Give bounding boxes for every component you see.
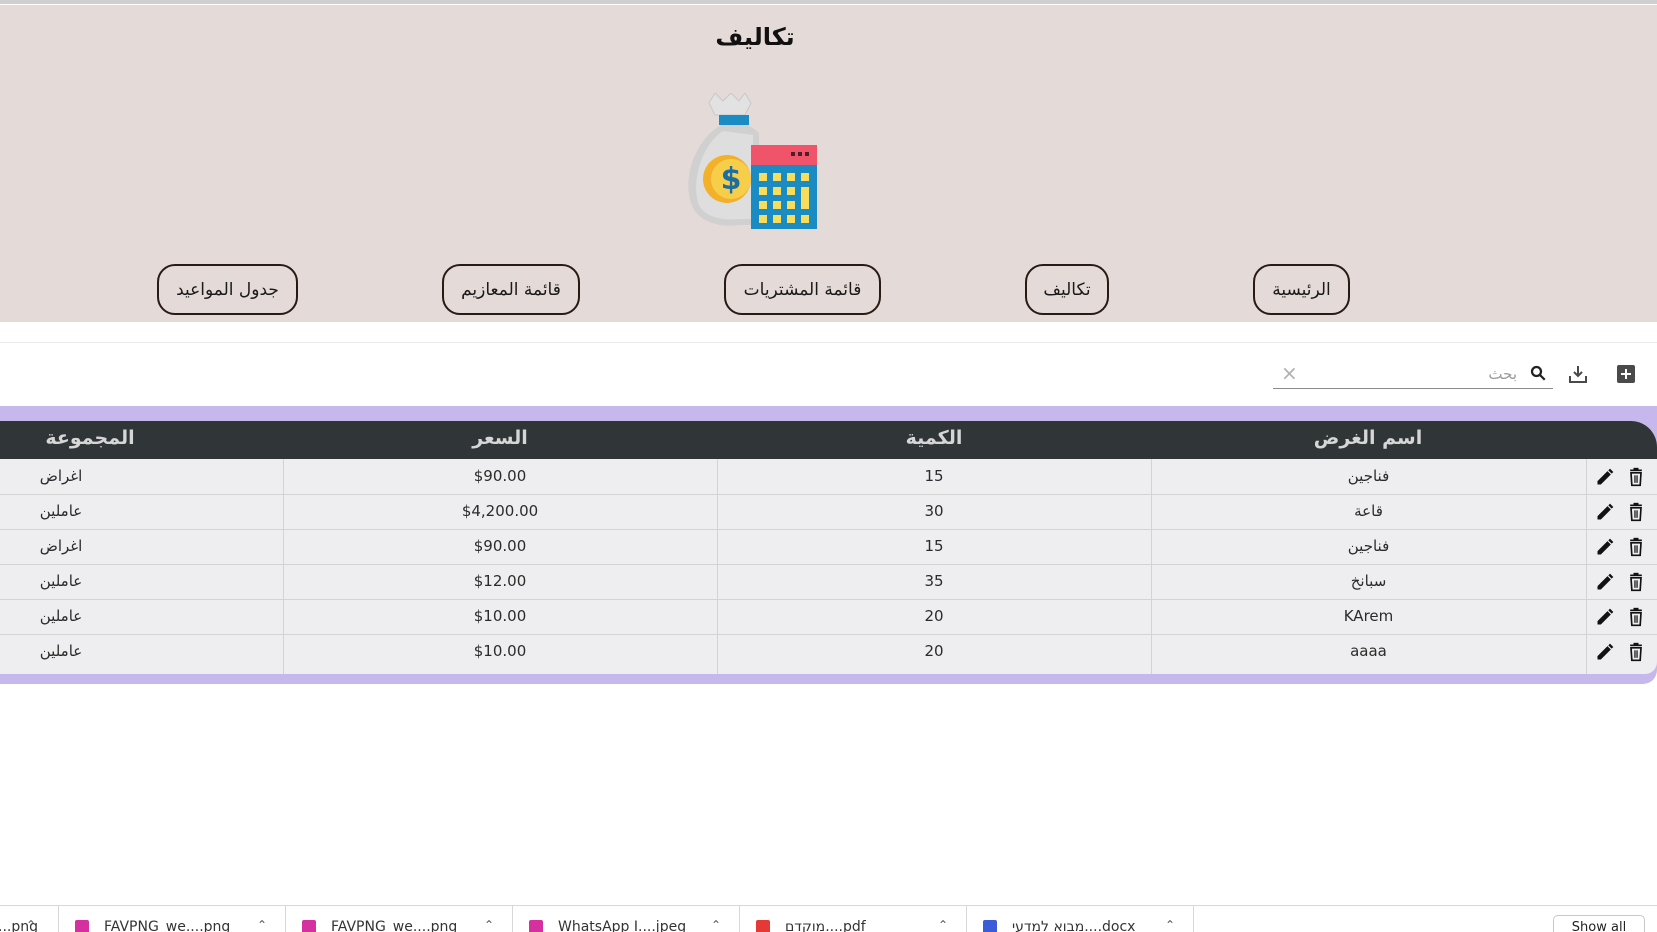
- svg-text:$: $: [721, 162, 742, 197]
- edit-icon[interactable]: [1595, 537, 1615, 557]
- edit-icon[interactable]: [1595, 572, 1615, 592]
- table-frame: اسم الغرض الكمية السعر المجموعة فناجين 1…: [0, 406, 1657, 684]
- edit-icon[interactable]: [1595, 642, 1615, 662]
- download-file-name: WhatsApp I....jpeg: [558, 919, 687, 932]
- nav-button-home[interactable]: الرئيسية: [1253, 264, 1350, 315]
- edit-icon[interactable]: [1595, 467, 1615, 487]
- download-icon[interactable]: [1566, 362, 1590, 386]
- delete-icon[interactable]: [1626, 607, 1646, 627]
- cell-price: $10.00: [473, 607, 527, 625]
- add-box-icon[interactable]: [1614, 362, 1638, 386]
- image-file-icon: [75, 920, 89, 932]
- download-item[interactable]: FAVPNG_we....png ⌃: [59, 906, 286, 932]
- search-icon: [1530, 365, 1546, 381]
- cell-item-name: فناجين: [1347, 467, 1390, 485]
- download-item[interactable]: מוקדם....pdf ⌃: [740, 906, 967, 932]
- column-header-item-name[interactable]: اسم الغرض: [1151, 427, 1585, 453]
- download-file-name: FAVPNG_we....png: [331, 919, 458, 932]
- download-file-name: מוקדם....pdf: [785, 919, 866, 932]
- cell-quantity: 15: [924, 537, 944, 555]
- delete-icon[interactable]: [1626, 642, 1646, 662]
- money-bag-calculator-icon: $: [688, 93, 817, 229]
- clear-search-icon[interactable]: ×: [1281, 362, 1298, 384]
- word-file-icon: [983, 920, 997, 932]
- cell-group: عاملين: [39, 607, 83, 625]
- nav-button-schedule[interactable]: جدول المواعيد: [157, 264, 298, 315]
- cell-price: $12.00: [473, 572, 527, 590]
- column-header-quantity[interactable]: الكمية: [717, 427, 1151, 453]
- delete-icon[interactable]: [1626, 502, 1646, 522]
- table-header: اسم الغرض الكمية السعر المجموعة: [0, 421, 1657, 459]
- cell-group: عاملين: [39, 502, 83, 520]
- cell-price: $90.00: [473, 467, 527, 485]
- chevron-up-icon[interactable]: ⌃: [257, 918, 267, 932]
- cell-quantity: 35: [924, 572, 944, 590]
- cell-item-name: قاعة: [1354, 502, 1383, 520]
- table-row: فناجين 15 $90.00 اغراض: [0, 529, 1657, 565]
- pdf-file-icon: [756, 920, 770, 932]
- header-divider: [0, 342, 1657, 343]
- cell-group: اغراض: [39, 467, 83, 485]
- table-row: فناجين 15 $90.00 اغراض: [0, 459, 1657, 495]
- table-toolbar: ×: [0, 356, 1657, 396]
- download-item[interactable]: FAVPNG_we....png ⌃: [286, 906, 513, 932]
- search-input[interactable]: [1313, 362, 1519, 386]
- chevron-up-icon[interactable]: ⌃: [26, 918, 36, 932]
- edit-icon[interactable]: [1595, 607, 1615, 627]
- cell-item-name: سبانخ: [1350, 572, 1387, 590]
- cell-group: عاملين: [39, 572, 83, 590]
- chevron-up-icon[interactable]: ⌃: [711, 918, 721, 932]
- download-item[interactable]: WhatsApp I....jpeg ⌃: [513, 906, 740, 932]
- downloads-bar: ...png ⌃ FAVPNG_we....png ⌃ FAVPNG_we...…: [0, 905, 1657, 932]
- page-header: تكاليف $ الرئيسية تكاليف قائمة المشتريات…: [0, 5, 1657, 322]
- download-item[interactable]: ...png ⌃: [0, 906, 59, 932]
- cell-price: $4,200.00: [461, 502, 539, 520]
- column-header-price[interactable]: السعر: [283, 427, 717, 453]
- cell-quantity: 20: [924, 607, 944, 625]
- edit-icon[interactable]: [1595, 502, 1615, 522]
- image-file-icon: [302, 920, 316, 932]
- cell-quantity: 15: [924, 467, 944, 485]
- cell-quantity: 20: [924, 642, 944, 660]
- nav-button-guest-list[interactable]: قائمة المعازيم: [442, 264, 580, 315]
- search-field: ×: [1273, 358, 1553, 389]
- chevron-up-icon[interactable]: ⌃: [938, 918, 948, 932]
- column-header-group[interactable]: المجموعة: [0, 427, 180, 453]
- delete-icon[interactable]: [1626, 467, 1646, 487]
- nav-button-costs[interactable]: تكاليف: [1025, 264, 1109, 315]
- table-row: قاعة 30 $4,200.00 عاملين: [0, 494, 1657, 530]
- cell-group: عاملين: [39, 642, 83, 660]
- table-row: سبانخ 35 $12.00 عاملين: [0, 564, 1657, 600]
- cell-item-name: فناجين: [1347, 537, 1390, 555]
- window-top-border: [0, 0, 1657, 4]
- chevron-up-icon[interactable]: ⌃: [484, 918, 494, 932]
- chevron-up-icon[interactable]: ⌃: [1165, 918, 1175, 932]
- cell-price: $10.00: [473, 642, 527, 660]
- cell-group: اغراض: [39, 537, 83, 555]
- image-file-icon: [529, 920, 543, 932]
- download-file-name: מבוא למדעי....docx: [1012, 919, 1136, 932]
- show-all-downloads-button[interactable]: Show all: [1553, 915, 1645, 932]
- delete-icon[interactable]: [1626, 572, 1646, 592]
- cell-item-name: aaaa: [1350, 642, 1387, 660]
- download-file-name: FAVPNG_we....png: [104, 919, 231, 932]
- table-row: aaaa 20 $10.00 عاملين: [0, 634, 1657, 669]
- nav-button-shopping-list[interactable]: قائمة المشتريات: [724, 264, 881, 315]
- cell-quantity: 30: [924, 502, 944, 520]
- delete-icon[interactable]: [1626, 537, 1646, 557]
- cell-price: $90.00: [473, 537, 527, 555]
- download-item[interactable]: מבוא למדעי....docx ⌃: [967, 906, 1194, 932]
- cell-item-name: KArem: [1343, 607, 1394, 625]
- page-title: تكاليف: [715, 23, 795, 51]
- costs-table: اسم الغرض الكمية السعر المجموعة فناجين 1…: [0, 421, 1657, 674]
- table-row: KArem 20 $10.00 عاملين: [0, 599, 1657, 635]
